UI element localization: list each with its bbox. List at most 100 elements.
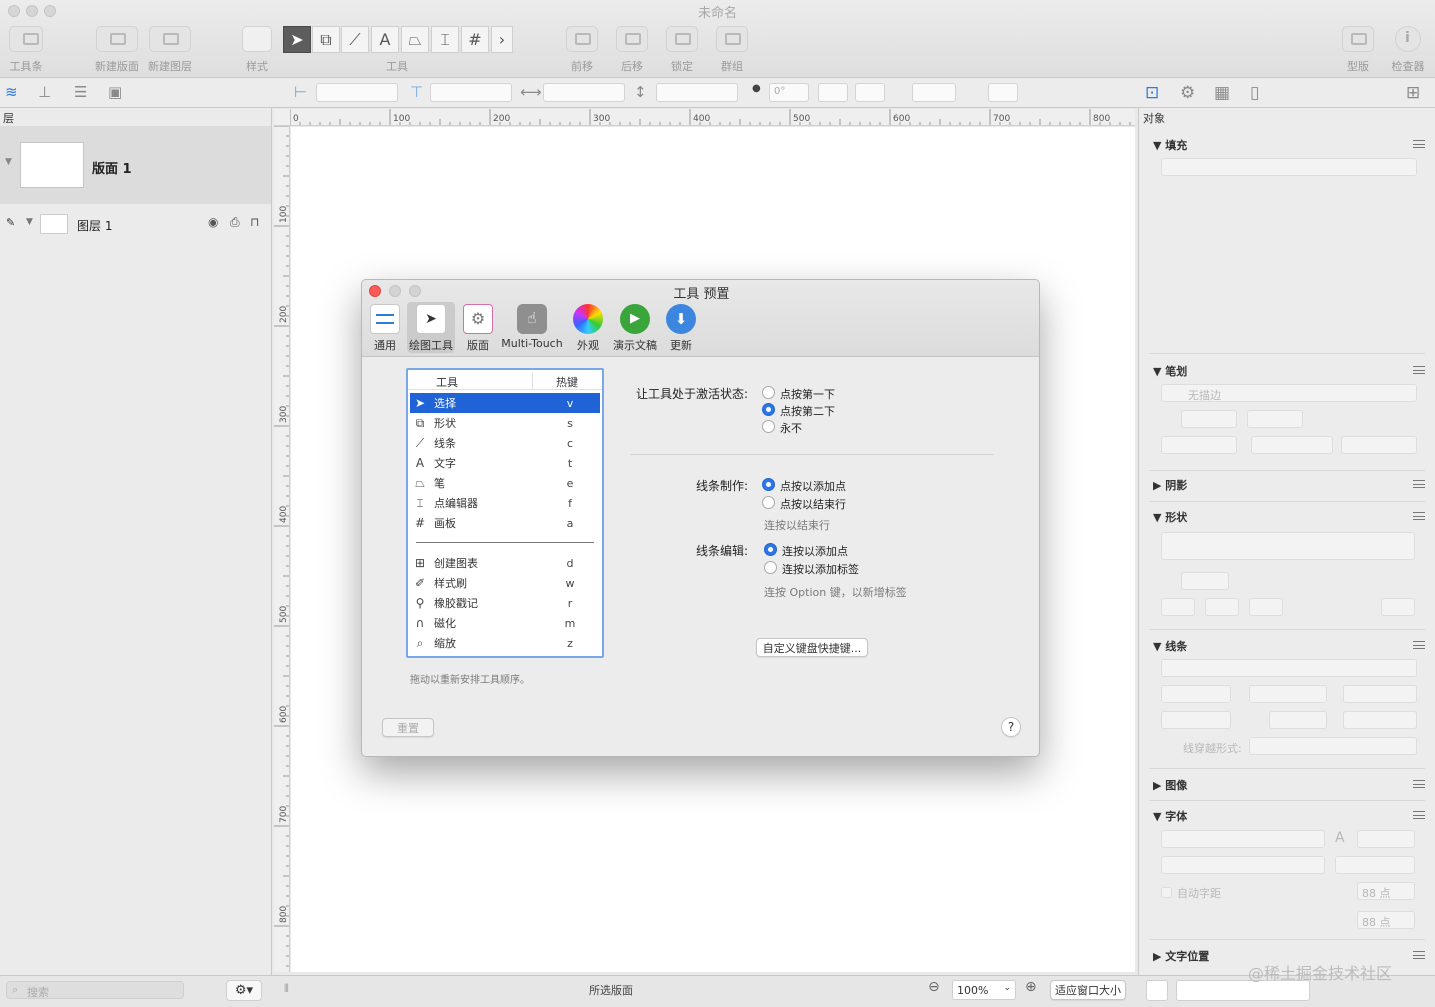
corner-style-buttons[interactable] [1251, 436, 1333, 454]
stroke-style-select[interactable] [912, 83, 956, 102]
flip-horizontal-button[interactable] [818, 83, 848, 102]
lines-menu-icon[interactable] [1413, 641, 1425, 649]
stencils-button[interactable]: 型版 [1338, 26, 1378, 74]
grid-view-icon[interactable]: ⊞ [1406, 83, 1420, 103]
new-layer-button[interactable]: 新建图层 [147, 26, 193, 74]
stroke-type-select[interactable]: 无描边 [1161, 384, 1417, 402]
activate-second-click-radio[interactable] [762, 403, 775, 416]
shape-action-button[interactable] [1161, 598, 1195, 616]
tab-presentation[interactable]: ▶ 演示文稿 [610, 302, 660, 353]
font-color-well[interactable] [1335, 856, 1415, 874]
status-extra-field[interactable] [1146, 980, 1168, 1001]
fill-menu-icon[interactable] [1413, 140, 1425, 148]
kerning-field[interactable]: 88 点 [1357, 882, 1415, 900]
send-backward-button[interactable]: 后移 [612, 26, 652, 74]
width-field[interactable] [543, 83, 625, 102]
canvas-inspector-icon[interactable]: ▦ [1214, 83, 1230, 103]
object-inspector-icon[interactable]: ⊡ [1145, 83, 1159, 103]
canvas-row[interactable]: ▼ 版面 1 [0, 126, 271, 204]
tab-update[interactable]: ⬇ 更新 [664, 302, 698, 353]
new-canvas-button[interactable]: 新建版面 [94, 26, 140, 74]
y-position-field[interactable] [430, 83, 512, 102]
layers-view-icon[interactable]: ≋ [5, 83, 18, 101]
x-position-field[interactable] [316, 83, 398, 102]
stroke-pattern-select[interactable] [1247, 410, 1303, 428]
tool-row-brush[interactable]: ✐ 样式刷 w [410, 573, 600, 593]
line-corner-field[interactable] [1269, 711, 1327, 729]
tool-row-magnet[interactable]: ∩ 磁化 m [410, 613, 600, 633]
tool-row-text[interactable]: A 文字 t [410, 453, 600, 473]
tool-hotkey-table[interactable]: 工具 热键 ➤ 选择 v ⧉ 形状 s ⟋ 线条 c A 文字 t ⏢ 笔 e ⌶ 点编辑器 f # 画板 a ⊞ 创建图… [406, 368, 604, 658]
outline-view-icon[interactable]: ☰ [74, 83, 87, 101]
zoom-select[interactable]: 100% ⌄ [952, 980, 1016, 1000]
layer-row[interactable]: ✎ ▼ 图层 1 ◉ ⎙ ⊓ [0, 208, 271, 240]
tab-drawing-tools[interactable]: ➤ 绘图工具 [407, 302, 455, 353]
tool-row-stamp[interactable]: ⚲ 橡胶戳记 r [410, 593, 600, 613]
resize-handle-icon[interactable]: ⦀ [284, 982, 289, 996]
fill-type-select[interactable] [1161, 158, 1417, 176]
tab-multi-touch[interactable]: ☝ Multi-Touch [499, 302, 565, 350]
line-start-select[interactable] [1161, 685, 1231, 703]
shadow-section-header[interactable]: ▶ 阴影 [1153, 477, 1187, 493]
fit-window-button[interactable]: 适应窗口大小 [1050, 980, 1126, 1000]
shadow-menu-icon[interactable] [1413, 480, 1425, 488]
eye-icon[interactable]: ◉ [208, 215, 218, 229]
text-tool-button[interactable]: A [371, 26, 399, 53]
line-tool-button[interactable]: ⟋ [341, 26, 369, 53]
line-start-scale-field[interactable] [1161, 711, 1231, 729]
line-end-scale-field[interactable] [1343, 711, 1417, 729]
tool-row-point[interactable]: ⌶ 点编辑器 f [410, 493, 600, 513]
auto-kern-checkbox[interactable] [1161, 887, 1172, 898]
extra-field[interactable] [988, 83, 1018, 102]
font-menu-icon[interactable] [1413, 811, 1425, 819]
canvas-view-icon[interactable]: ⊥ [38, 83, 51, 101]
activate-first-click-radio[interactable] [762, 386, 775, 399]
disclosure-triangle-icon[interactable]: ▼ [26, 217, 33, 227]
height-field[interactable] [656, 83, 738, 102]
click-end-line-radio[interactable] [762, 496, 775, 509]
stroke-width-field[interactable] [1181, 410, 1237, 428]
line-hop-select[interactable] [1249, 737, 1417, 755]
gear-icon[interactable]: ⚙ [1180, 83, 1195, 103]
selection-view-icon[interactable]: ▣ [108, 83, 122, 101]
select-tool-button[interactable]: ➤ [283, 26, 311, 53]
shape-action-button[interactable] [1249, 598, 1283, 616]
tool-row-arrow[interactable]: ➤ 选择 v [410, 393, 600, 413]
shape-menu-icon[interactable] [1413, 512, 1425, 520]
inspector-button[interactable]: i 检查器 [1388, 26, 1428, 74]
shape-section-header[interactable]: ▼ 形状 [1153, 509, 1187, 525]
group-button[interactable]: 群组 [712, 26, 752, 74]
corner-radius-field[interactable] [1181, 572, 1229, 590]
double-click-add-label-radio[interactable] [764, 561, 777, 574]
text-position-menu-icon[interactable] [1413, 951, 1425, 959]
customize-shortcuts-button[interactable]: 自定义键盘快捷键... [756, 638, 868, 657]
tab-general[interactable]: 通用 [368, 302, 402, 353]
text-position-section-header[interactable]: ▶ 文字位置 [1153, 948, 1209, 964]
tool-row-zoom[interactable]: ⌕ 缩放 z [410, 633, 600, 653]
stroke-menu-icon[interactable] [1413, 366, 1425, 374]
font-section-header[interactable]: ▼ 字体 [1153, 808, 1187, 824]
line-end-select[interactable] [1343, 685, 1417, 703]
lines-section-header[interactable]: ▼ 线条 [1153, 638, 1187, 654]
rotation-field[interactable]: 0° [769, 83, 809, 102]
disclosure-triangle-icon[interactable]: ▼ [5, 157, 12, 167]
activate-never-radio[interactable] [762, 420, 775, 433]
toolbar-toggle-button[interactable]: 工具条 [4, 26, 48, 74]
tool-row-line[interactable]: ⟋ 线条 c [410, 433, 600, 453]
tracking-field[interactable]: 88 点 [1357, 911, 1415, 929]
font-size-field[interactable] [1357, 830, 1415, 848]
cap-style-buttons[interactable] [1341, 436, 1417, 454]
image-section-header[interactable]: ▶ 图像 [1153, 777, 1187, 793]
style-button[interactable]: 样式 [240, 26, 274, 74]
click-add-point-radio[interactable] [762, 478, 775, 491]
tool-row-grid[interactable]: # 画板 a [410, 513, 600, 533]
double-click-add-point-radio[interactable] [764, 543, 777, 556]
font-family-select[interactable] [1161, 830, 1325, 848]
flip-vertical-button[interactable] [855, 83, 885, 102]
point-editor-tool-button[interactable]: ⌶ [431, 26, 459, 53]
lock-button[interactable]: 锁定 [662, 26, 702, 74]
line-type-select[interactable] [1161, 659, 1417, 677]
help-button[interactable]: ? [1001, 717, 1021, 737]
zoom-in-icon[interactable]: ⊕ [1025, 979, 1037, 995]
unlock-icon[interactable]: ⊓ [250, 215, 259, 229]
